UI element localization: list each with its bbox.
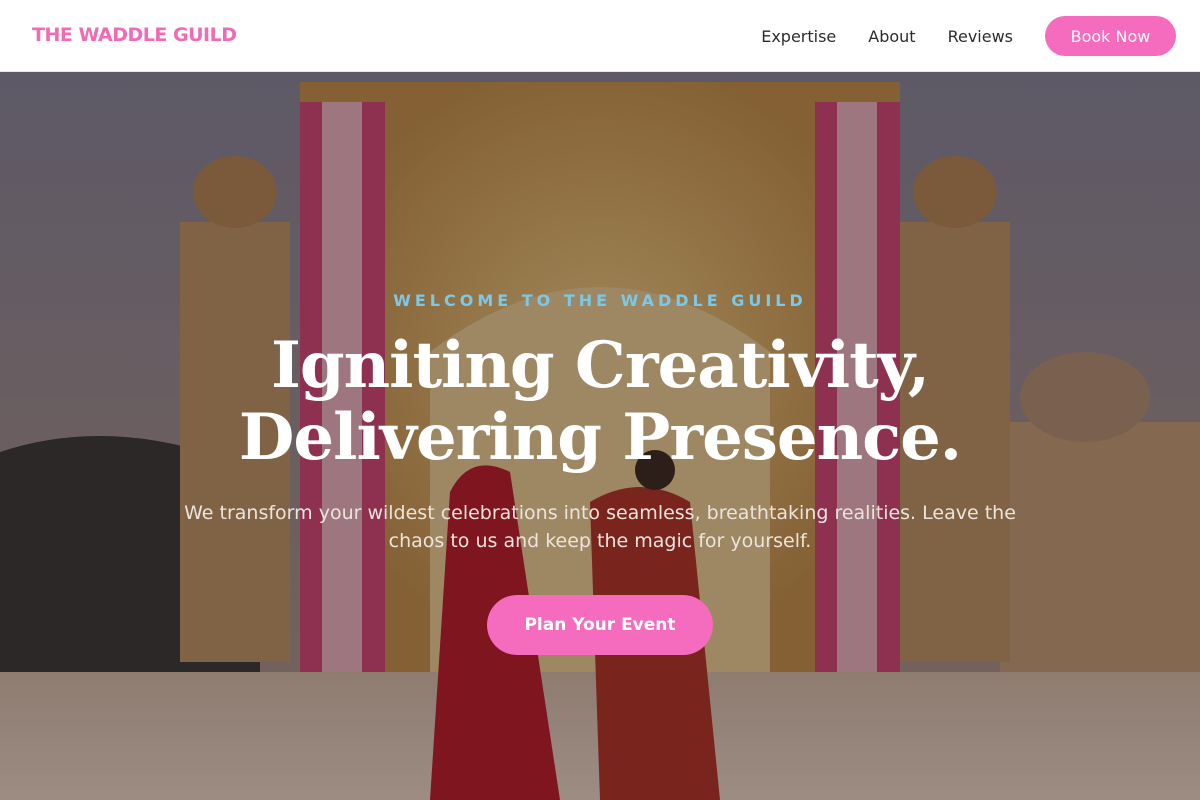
hero-headline-line1: Igniting Creativity, xyxy=(270,328,930,403)
hero-subtitle: We transform your wildest celebrations i… xyxy=(184,502,1016,552)
nav-link-about[interactable]: About xyxy=(868,27,915,46)
plan-your-event-button[interactable]: Plan Your Event xyxy=(487,595,713,655)
hero-content: WELCOME TO THE WADDLE GUILD Igniting Cre… xyxy=(0,72,1200,800)
hero-eyebrow: WELCOME TO THE WADDLE GUILD xyxy=(393,291,807,310)
book-now-button[interactable]: Book Now xyxy=(1045,16,1176,56)
hero-headline-line2: Delivering Presence. xyxy=(238,400,962,475)
main-nav: Expertise About Reviews Book Now xyxy=(761,16,1176,56)
hero-headline: Igniting Creativity, Delivering Presence… xyxy=(0,330,1200,474)
site-header: THE WADDLE GUILD Expertise About Reviews… xyxy=(0,0,1200,72)
nav-link-reviews[interactable]: Reviews xyxy=(948,27,1013,46)
hero-section: WELCOME TO THE WADDLE GUILD Igniting Cre… xyxy=(0,72,1200,800)
site-logo[interactable]: THE WADDLE GUILD xyxy=(32,24,237,46)
nav-link-expertise[interactable]: Expertise xyxy=(761,27,836,46)
